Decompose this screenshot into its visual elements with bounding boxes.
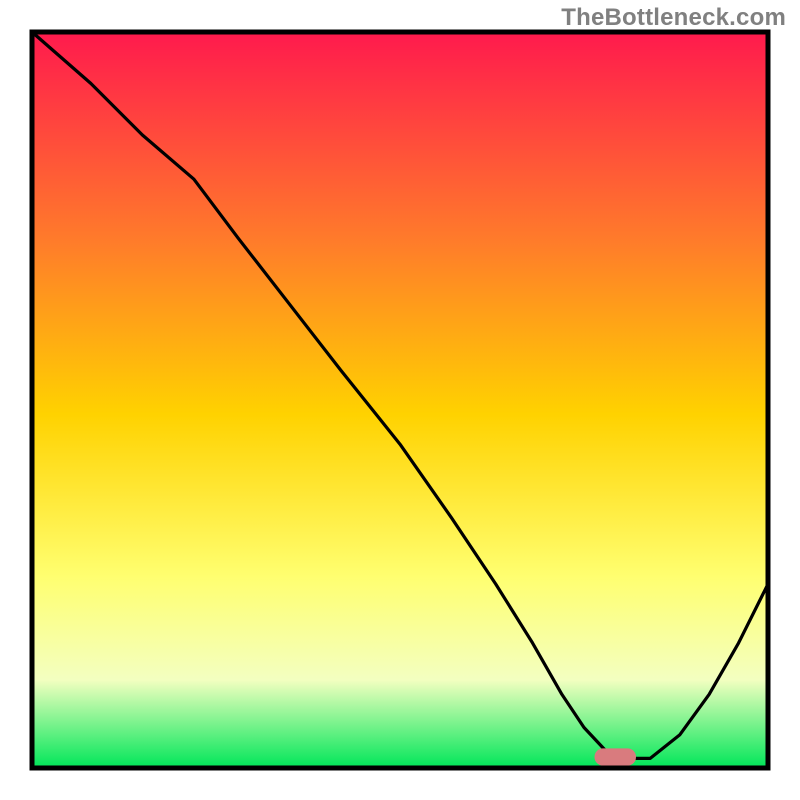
- chart-container: TheBottleneck.com: [0, 0, 800, 800]
- plot-background: [32, 32, 768, 768]
- optimal-marker: [595, 749, 636, 765]
- watermark-text: TheBottleneck.com: [561, 4, 786, 32]
- bottleneck-chart: [0, 0, 800, 800]
